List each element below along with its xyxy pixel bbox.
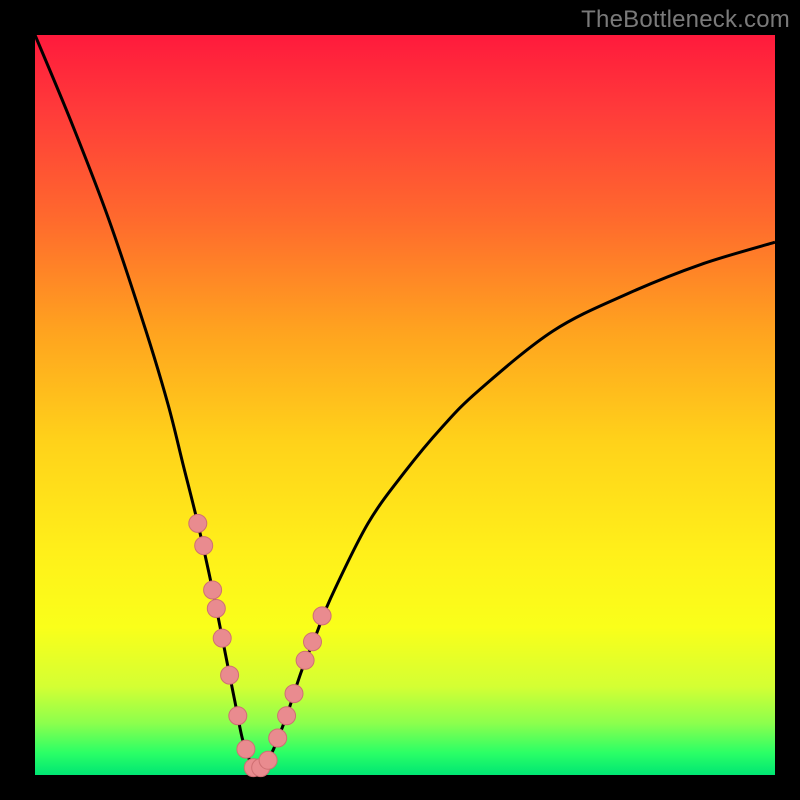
marker-point	[269, 729, 287, 747]
marker-point	[296, 651, 314, 669]
marker-point	[229, 707, 247, 725]
marker-point	[304, 633, 322, 651]
watermark-text: TheBottleneck.com	[581, 6, 790, 34]
marker-point	[204, 581, 222, 599]
marker-point	[195, 537, 213, 555]
marker-point	[237, 740, 255, 758]
marker-point	[221, 666, 239, 684]
marker-point	[285, 685, 303, 703]
marker-point	[259, 751, 277, 769]
plot-area	[35, 35, 775, 775]
marker-point	[189, 514, 207, 532]
marker-point	[213, 629, 231, 647]
bottleneck-curve	[35, 35, 775, 775]
marker-point	[207, 600, 225, 618]
bottleneck-curve-svg	[35, 35, 775, 775]
chart-frame: TheBottleneck.com	[0, 0, 800, 800]
marker-group	[189, 514, 331, 776]
marker-point	[313, 607, 331, 625]
marker-point	[278, 707, 296, 725]
